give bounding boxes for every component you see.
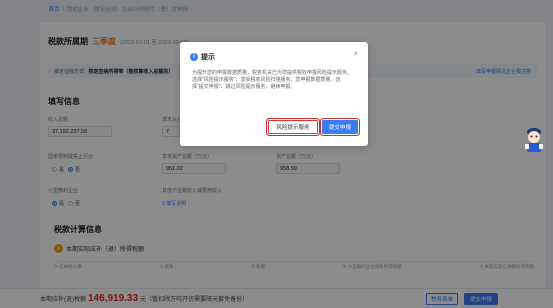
close-icon[interactable]: × <box>353 49 358 58</box>
dialog-header: i 提示 <box>190 52 215 62</box>
dialog-submit-button[interactable]: 提交申报 <box>322 120 358 134</box>
tip-dialog: i 提示 × 为提升您的申报数据质量，税务机关已为您提供税收申报风险提示服务。选… <box>180 42 368 146</box>
dialog-title: 提示 <box>201 54 215 61</box>
risk-tip-service-button[interactable]: 风险提示服务 <box>268 120 318 134</box>
info-icon: i <box>190 53 198 61</box>
dialog-body: 为提升您的申报数据质量，税务机关已为您提供税收申报风险提示服务。选择"风险提示服… <box>192 70 353 91</box>
assistant-avatar-icon[interactable] <box>522 124 546 154</box>
